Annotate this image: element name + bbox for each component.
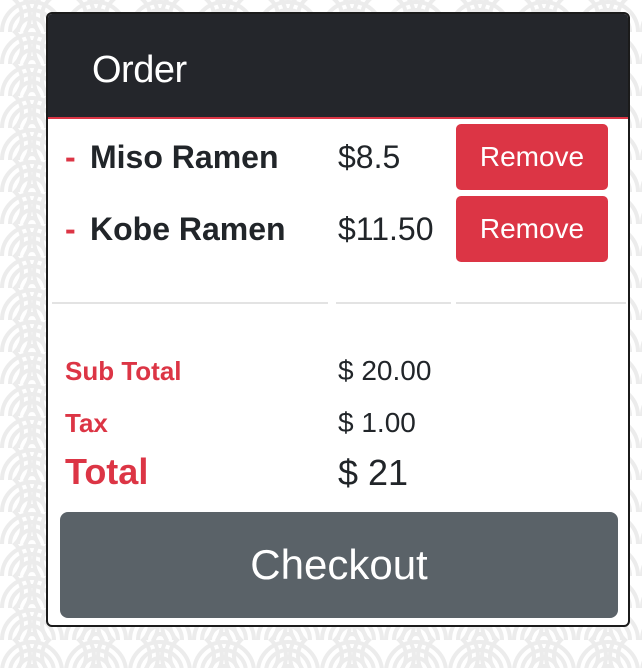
- order-title: Order: [92, 49, 187, 91]
- subtotal-value: $ 20.00: [338, 355, 432, 386]
- subtotal-label: Sub Total: [65, 356, 182, 386]
- order-header: Order: [48, 14, 628, 119]
- divider: [456, 302, 626, 304]
- tax-label: Tax: [65, 408, 108, 438]
- item-price: $11.50: [338, 211, 434, 247]
- item-dash: -: [65, 211, 76, 247]
- tax-value: $ 1.00: [338, 407, 416, 438]
- checkout-button[interactable]: Checkout: [60, 512, 618, 618]
- remove-item-button[interactable]: Remove: [456, 196, 608, 262]
- order-card: Order - Miso Ramen $8.5 Remove - Kobe Ra…: [46, 12, 630, 627]
- item-name: Miso Ramen: [90, 139, 279, 175]
- total-label: Total: [65, 451, 149, 492]
- item-price: $8.5: [338, 139, 401, 175]
- divider: [52, 302, 328, 304]
- order-item-row: - Kobe Ramen $11.50 Remove: [48, 196, 628, 262]
- item-dash: -: [65, 139, 76, 175]
- order-item-row: - Miso Ramen $8.5 Remove: [48, 124, 628, 190]
- total-value: $ 21: [338, 452, 409, 493]
- remove-item-button[interactable]: Remove: [456, 124, 608, 190]
- item-name: Kobe Ramen: [90, 211, 286, 247]
- divider: [336, 302, 451, 304]
